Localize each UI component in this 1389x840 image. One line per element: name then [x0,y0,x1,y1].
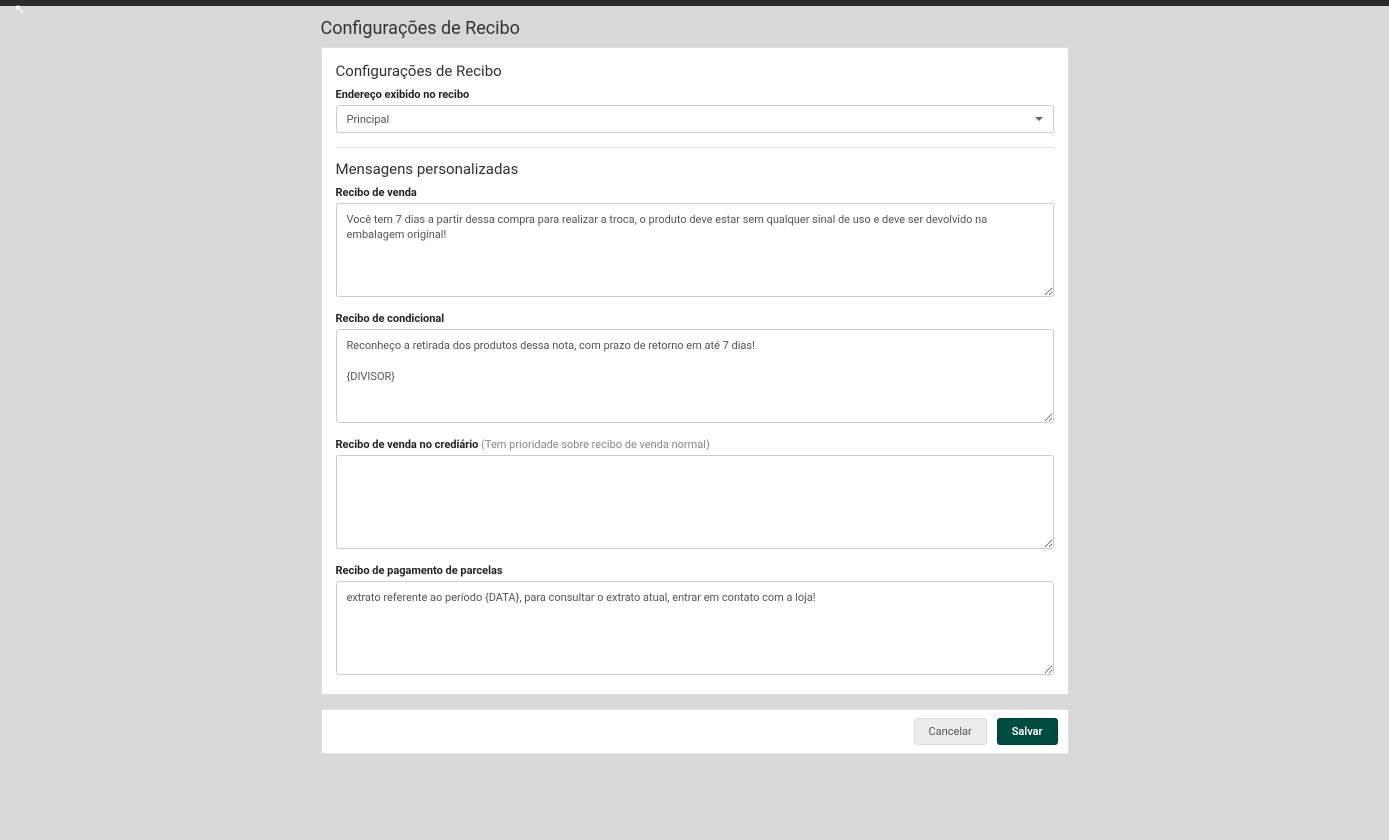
sale-receipt-label: Recibo de venda [336,186,1054,199]
address-field-group: Endereço exibido no recibo Principal [336,88,1054,133]
cancel-button[interactable]: Cancelar [914,718,987,745]
installment-receipt-label: Recibo de pagamento de parcelas [336,564,1054,577]
installment-receipt-group: Recibo de pagamento de parcelas [336,564,1054,678]
page-title: Configurações de Recibo [321,18,1069,39]
conditional-receipt-group: Recibo de condicional [336,312,1054,426]
section-receipt-title: Configurações de Recibo [336,62,1054,80]
action-bar: Cancelar Salvar [321,709,1069,754]
credit-sale-receipt-label-text: Recibo de venda no crediário [336,438,479,451]
credit-sale-receipt-label: Recibo de venda no crediário (Tem priori… [336,438,1054,451]
credit-sale-receipt-hint: (Tem prioridade sobre recibo de venda no… [481,438,710,451]
credit-sale-receipt-textarea[interactable] [336,455,1054,549]
topbar [0,0,1389,6]
caret-down-icon [1035,117,1043,121]
address-dropdown[interactable]: Principal [336,105,1054,133]
installment-receipt-textarea[interactable] [336,581,1054,675]
save-button[interactable]: Salvar [997,718,1058,745]
section-messages-title: Mensagens personalizadas [336,160,1054,178]
address-dropdown-value: Principal [347,113,390,126]
conditional-receipt-textarea[interactable] [336,329,1054,423]
sale-receipt-textarea[interactable] [336,203,1054,297]
credit-sale-receipt-group: Recibo de venda no crediário (Tem priori… [336,438,1054,552]
section-divider [336,147,1054,148]
sale-receipt-group: Recibo de venda [336,186,1054,300]
main-container: Configurações de Recibo Configurações de… [321,18,1069,754]
conditional-receipt-label: Recibo de condicional [336,312,1054,325]
receipt-config-card: Configurações de Recibo Endereço exibido… [321,47,1069,695]
address-label: Endereço exibido no recibo [336,88,1054,101]
